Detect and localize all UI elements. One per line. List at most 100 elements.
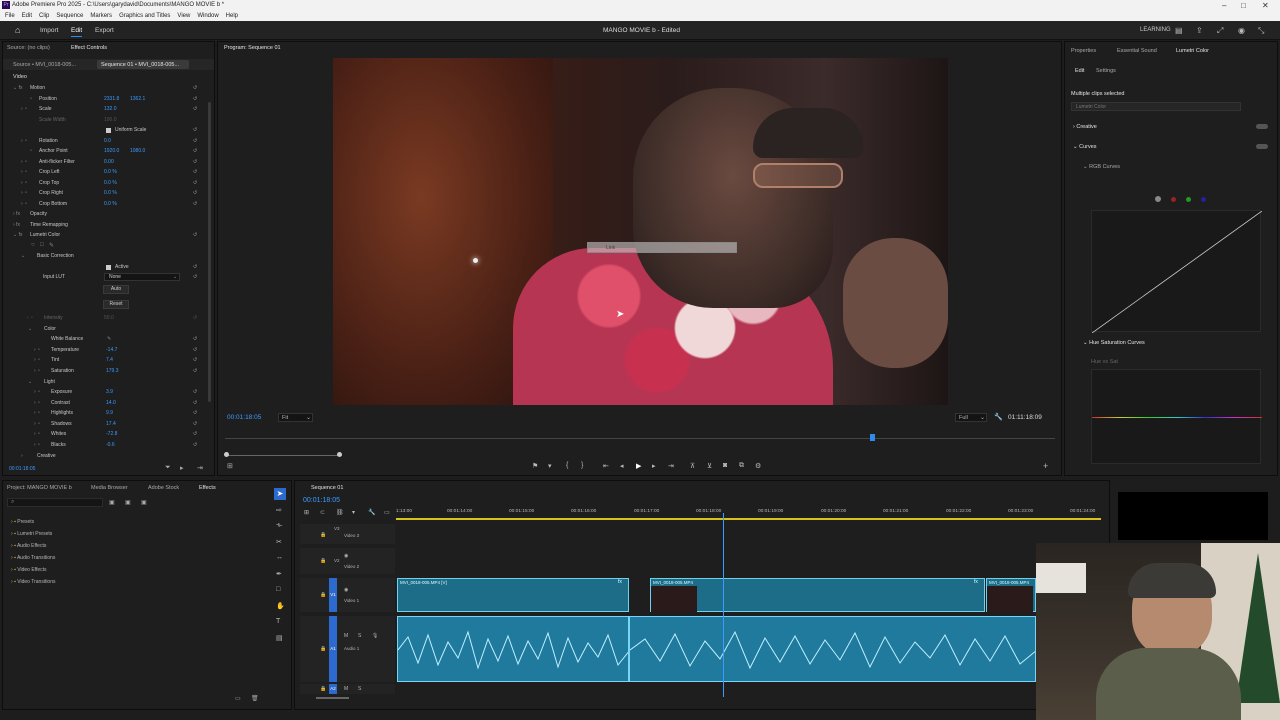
effect-timecode[interactable]: 00:01:18:05 — [9, 466, 35, 472]
flicker-row[interactable]: › ◔ Anti-flicker Filter 0.00 ↺ — [3, 158, 208, 167]
reset-icon[interactable]: ↺ — [193, 347, 197, 353]
export-workspace[interactable]: Export — [95, 27, 114, 34]
tint-value[interactable]: 7.4 — [106, 357, 113, 363]
go-to-out-icon[interactable]: ⇥ — [668, 462, 674, 470]
green-channel-dot[interactable] — [1186, 197, 1191, 202]
microphone-icon[interactable]: 🎙 — [372, 633, 378, 639]
program-playhead[interactable] — [870, 434, 875, 441]
reset-icon[interactable]: ↺ — [193, 159, 197, 165]
active-row[interactable]: Active ↺ — [3, 263, 208, 272]
saturation-value[interactable]: 179.3 — [106, 368, 119, 374]
flicker-value[interactable]: 0.00 — [104, 159, 114, 165]
anchor-row[interactable]: ◔ Anchor Point 1920.0 1080.0 ↺ — [3, 147, 208, 156]
add-marker-icon[interactable]: ⚑ — [532, 462, 538, 470]
reset-icon[interactable]: ↺ — [193, 400, 197, 406]
saturation-row[interactable]: › ◔ Saturation 179.3 ↺ — [3, 367, 208, 376]
whites-row[interactable]: › ◔ Whites -72.8 ↺ — [3, 430, 208, 439]
workspaces-icon[interactable]: ▤ — [1175, 26, 1183, 35]
tab-program[interactable]: Program: Sequence 01 — [224, 45, 281, 51]
mark-out-icon[interactable]: } — [581, 462, 583, 469]
source-clip-label[interactable]: Source • MVI_0018-005... — [13, 62, 76, 68]
work-area-bar[interactable] — [396, 518, 1101, 520]
reset-icon[interactable]: ↺ — [193, 180, 197, 186]
rotation-value[interactable]: 0.0 — [104, 138, 111, 144]
mute-icon[interactable]: M — [344, 686, 348, 692]
reset-icon[interactable]: ↺ — [193, 148, 197, 154]
track-target-a1[interactable]: A1 — [329, 616, 337, 682]
tree-item-presets[interactable]: › ▪ Presets — [11, 519, 56, 531]
lumetri-row[interactable]: ⌄ fx Lumetri Color ↺ — [3, 231, 208, 240]
fullscreen-icon[interactable]: ⤢ — [1217, 26, 1223, 36]
reset-icon[interactable]: ↺ — [193, 85, 197, 91]
tab-media-browser[interactable]: Media Browser — [91, 485, 128, 491]
crop-right-value[interactable]: 0.0 % — [104, 190, 117, 196]
white-channel-dot[interactable] — [1155, 196, 1161, 202]
video-clip-2[interactable]: MVI_0018-005.MP4 fx — [650, 578, 985, 612]
motion-row[interactable]: ⌄ fx Motion ↺ — [3, 84, 208, 93]
eyedropper-icon[interactable]: ✎ — [107, 336, 111, 342]
lock-icon[interactable]: 🔒 — [320, 686, 326, 692]
edit-workspace[interactable]: Edit — [71, 27, 83, 37]
menu-file[interactable]: File — [5, 13, 15, 19]
anchor-y-value[interactable]: 1080.0 — [130, 148, 145, 154]
mute-icon[interactable]: M — [344, 633, 348, 639]
snap-icon[interactable]: ⊂ — [320, 509, 325, 516]
crop-bottom-row[interactable]: › ◔ Crop Bottom 0.0 % ↺ — [3, 200, 208, 209]
timeline-playhead[interactable] — [723, 513, 724, 697]
tree-item-audio-transitions[interactable]: › ▪ Audio Transitions — [11, 555, 56, 567]
reset-icon[interactable]: ↺ — [193, 106, 197, 112]
minimize-icon[interactable]: – — [1222, 1, 1226, 10]
tree-item-audio-effects[interactable]: › ▪ Audio Effects — [11, 543, 56, 555]
tree-item-video-effects[interactable]: › ▪ Video Effects — [11, 567, 56, 579]
reset-icon[interactable]: ↺ — [193, 138, 197, 144]
reset-icon[interactable]: ↺ — [193, 357, 197, 363]
zoom-handle-right[interactable] — [337, 452, 342, 457]
ellipse-mask-icon[interactable]: ○ — [31, 242, 35, 248]
crop-left-row[interactable]: › ◔ Crop Left 0.0 % ↺ — [3, 168, 208, 177]
opacity-row[interactable]: › fx Opacity — [3, 210, 208, 219]
32bit-effects-icon[interactable]: ▣ — [125, 499, 131, 506]
section-creative[interactable]: › Creative — [1073, 124, 1097, 130]
reset-icon[interactable]: ↺ — [193, 232, 197, 238]
menu-graphics[interactable]: Graphics and Titles — [119, 13, 170, 19]
export-frame-icon[interactable]: ◙ — [723, 462, 727, 469]
position-x-value[interactable]: 2331.8 — [104, 96, 119, 102]
crop-top-row[interactable]: › ◔ Crop Top 0.0 % ↺ — [3, 179, 208, 188]
hue-sat-graph[interactable] — [1091, 369, 1262, 464]
video-clip-1[interactable]: MVI_0018-005.MP4 [V] fx — [397, 578, 629, 612]
settings-icon[interactable]: ⊞ — [227, 462, 233, 470]
step-back-icon[interactable]: ◂ — [620, 462, 624, 470]
reset-button[interactable]: Reset — [103, 300, 129, 309]
blacks-value[interactable]: -0.6 — [106, 442, 115, 448]
active-checkbox[interactable] — [106, 265, 111, 270]
lift-icon[interactable]: ⊼ — [690, 462, 695, 470]
delete-icon[interactable]: 🗑 — [251, 695, 259, 702]
menu-window[interactable]: Window — [197, 13, 218, 19]
mark-in-icon[interactable]: { — [566, 462, 568, 469]
marker-icon[interactable]: ▾ — [548, 462, 552, 470]
auto-button[interactable]: Auto — [103, 285, 129, 294]
subtab-edit[interactable]: Edit — [1075, 68, 1084, 74]
reset-icon[interactable]: ↺ — [193, 169, 197, 175]
reset-icon[interactable]: ↺ — [193, 389, 197, 395]
rgb-curves-header[interactable]: ⌄ RGB Curves — [1083, 164, 1120, 170]
home-icon[interactable]: ⌂ — [15, 25, 20, 35]
rotation-row[interactable]: › ◔ Rotation 0.0 ↺ — [3, 137, 208, 146]
menu-markers[interactable]: Markers — [90, 13, 112, 19]
menu-sequence[interactable]: Sequence — [56, 13, 83, 19]
yuv-effects-icon[interactable]: ▣ — [141, 499, 147, 506]
eye-icon[interactable]: ◉ — [344, 587, 348, 593]
red-channel-dot[interactable] — [1171, 197, 1176, 202]
extract-icon[interactable]: ⊻ — [707, 462, 712, 470]
expand-icon[interactable]: ⤡ — [1258, 26, 1264, 36]
highlights-row[interactable]: › ◔ Highlights 9.9 ↺ — [3, 409, 208, 418]
creative-toggle[interactable] — [1256, 124, 1268, 129]
contrast-row[interactable]: › ◔ Contrast 14.0 ↺ — [3, 399, 208, 408]
reset-icon[interactable]: ↺ — [193, 264, 197, 270]
track-target-a2[interactable]: A2 — [329, 684, 337, 694]
type-tool-icon[interactable]: T — [276, 618, 280, 625]
nest-icon[interactable]: ⊞ — [304, 509, 309, 516]
tree-item-video-transitions[interactable]: › ▪ Video Transitions — [11, 579, 56, 591]
audio-clip-2[interactable] — [629, 616, 1036, 682]
timeline-ruler[interactable]: 1:13:00 00:01:14:00 00:01:15:00 00:01:16… — [396, 507, 1101, 521]
